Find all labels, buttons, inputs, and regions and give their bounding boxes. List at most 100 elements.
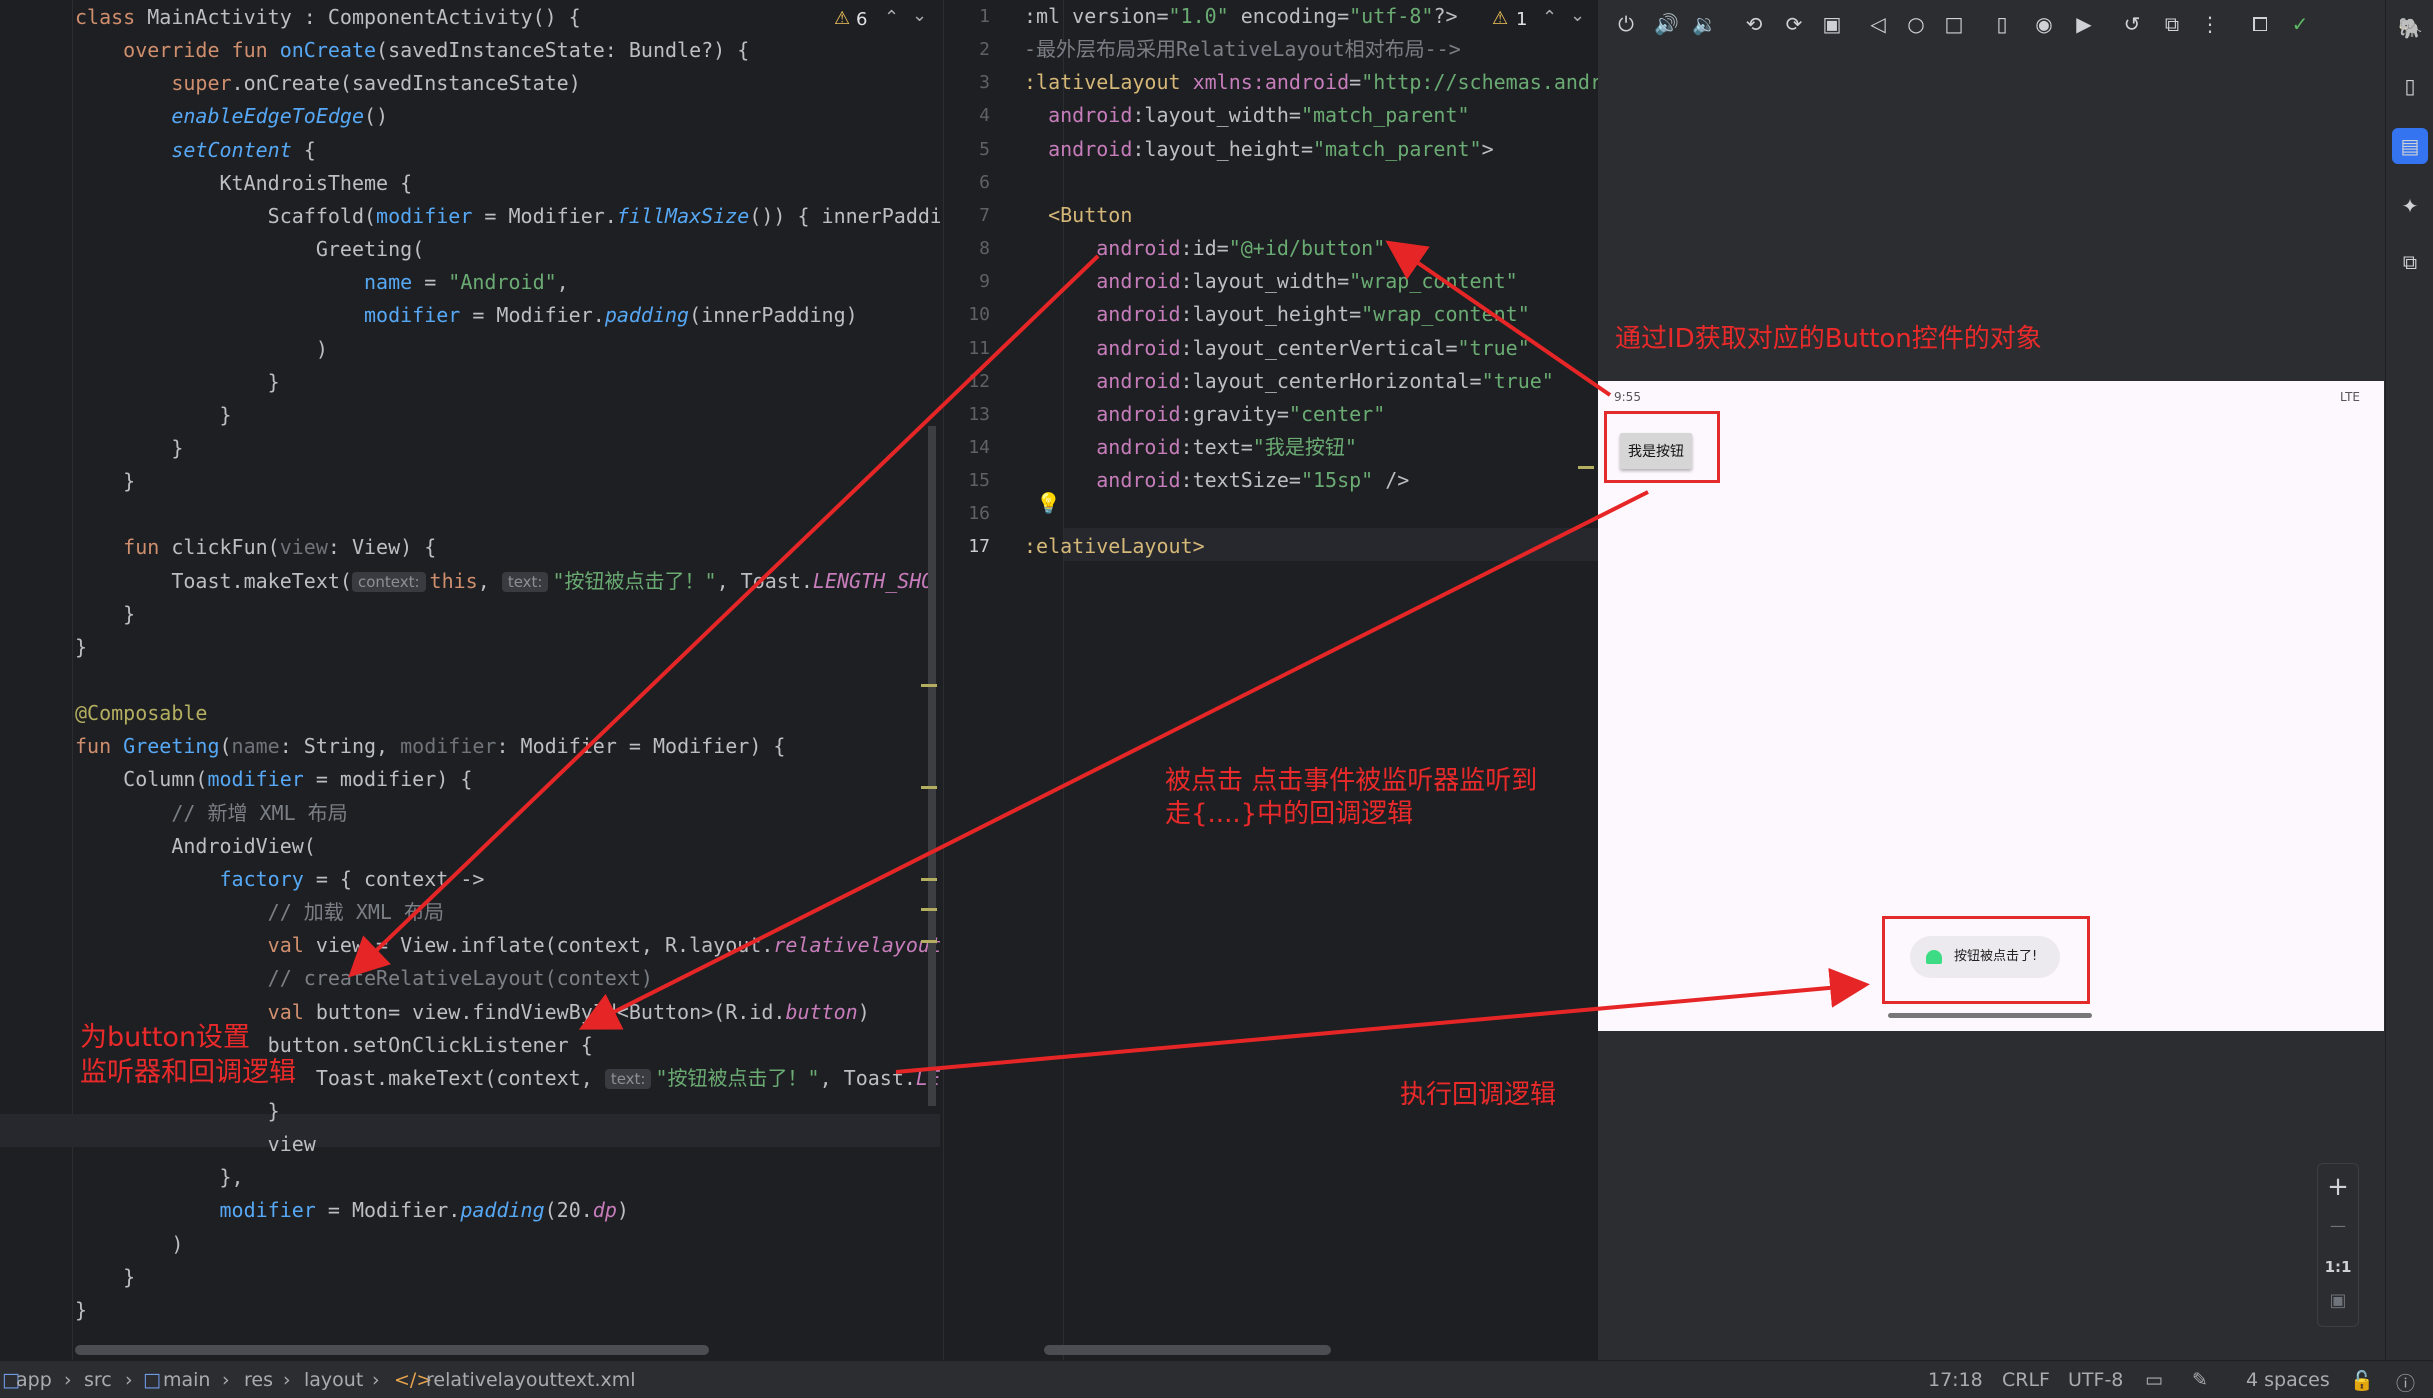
code-line[interactable]: <Button	[1024, 199, 1132, 232]
code-line[interactable]: }	[75, 1261, 135, 1294]
code-line[interactable]: -最外层布局采用RelativeLayout相对布局-->	[1024, 33, 1461, 66]
running-devices-icon[interactable]: ▤	[2392, 128, 2428, 164]
code-line[interactable]: android:id="@+id/button"	[1024, 232, 1385, 265]
chevron-down-icon[interactable]: ⌄	[1570, 5, 1585, 26]
code-line[interactable]: android:layout_centerVertical="true"	[1024, 332, 1530, 365]
rotate-left-icon[interactable]: ⟲	[1742, 12, 1766, 36]
code-line[interactable]: super.onCreate(savedInstanceState)	[75, 67, 580, 100]
code-line[interactable]: enableEdgeToEdge()	[75, 100, 388, 133]
code-line[interactable]: android:text="我是按钮"	[1024, 431, 1357, 464]
breadcrumb-src[interactable]: src	[84, 1369, 112, 1391]
code-line[interactable]: )	[75, 1228, 183, 1261]
warning-marker[interactable]	[1578, 466, 1594, 469]
breadcrumb-app[interactable]: app	[16, 1369, 52, 1391]
kotlin-editor[interactable]: class MainActivity : ComponentActivity()…	[0, 0, 940, 1360]
breadcrumb-main[interactable]: main	[163, 1369, 210, 1391]
code-style-icon[interactable]: ✎	[2192, 1369, 2208, 1391]
xml-editor[interactable]: 1 2 3 4 5 6 7 8 9 10 11 12 13 14 15 16 17 :ml version="1…	[943, 0, 1599, 1360]
xml-horizontal-scrollbar[interactable]	[1044, 1345, 1331, 1355]
warning-marker[interactable]	[921, 684, 937, 687]
code-line[interactable]: }	[75, 1095, 280, 1128]
overview-icon[interactable]: □	[1942, 12, 1966, 36]
cursor-position[interactable]: 17:18	[1928, 1369, 1983, 1391]
code-line[interactable]: KtAndroisTheme {	[75, 167, 412, 200]
record-icon[interactable]: ▶	[2072, 12, 2096, 36]
file-encoding[interactable]: UTF-8	[2068, 1369, 2123, 1391]
home-icon[interactable]: ○	[1904, 12, 1928, 36]
chevron-up-icon[interactable]: ⌃	[884, 7, 899, 28]
warning-marker[interactable]	[921, 908, 937, 911]
fit-screen-icon[interactable]: ▣	[2318, 1290, 2358, 1311]
code-line[interactable]: Scaffold(modifier = Modifier.fillMaxSize…	[75, 200, 940, 233]
check-icon[interactable]: ✓	[2288, 12, 2312, 36]
code-line[interactable]: }	[75, 366, 280, 399]
zoom-in-button[interactable]: +	[2318, 1172, 2358, 1202]
notifications-icon[interactable]: ⓘ	[2396, 1369, 2415, 1396]
device-icon[interactable]: ▯	[1990, 12, 2014, 36]
volume-down-icon[interactable]: 🔉	[1692, 12, 1717, 36]
chevron-down-icon[interactable]: ⌄	[912, 5, 927, 26]
code-line[interactable]: @Composable	[75, 697, 207, 730]
gesture-nav-bar[interactable]	[1888, 1013, 2092, 1018]
code-line[interactable]: }	[75, 1294, 87, 1327]
line-separator[interactable]: CRLF	[2002, 1369, 2050, 1391]
camera-icon[interactable]: ◉	[2032, 12, 2056, 36]
code-line[interactable]: android:layout_height="match_parent">	[1024, 133, 1494, 166]
kotlin-vertical-scrollbar[interactable]	[928, 426, 936, 1106]
lock-icon[interactable]: 🔓	[2350, 1369, 2374, 1392]
code-line[interactable]: view	[75, 1128, 316, 1161]
fold-icon[interactable]: ▣	[1820, 12, 1844, 36]
code-line[interactable]: setContent {	[75, 134, 316, 167]
mirror-icon[interactable]: ⧠	[2248, 12, 2272, 36]
code-line[interactable]: )	[75, 333, 328, 366]
warning-marker[interactable]	[921, 878, 937, 881]
code-line[interactable]: fun Greeting(name: String, modifier: Mod…	[75, 730, 785, 763]
code-line[interactable]: // createRelativeLayout(context)	[75, 962, 653, 995]
volume-up-icon[interactable]: 🔊	[1654, 12, 1679, 36]
code-line[interactable]: android:layout_centerHorizontal="true"	[1024, 365, 1554, 398]
code-line[interactable]: android:layout_height="wrap_content"	[1024, 298, 1530, 331]
more-icon[interactable]: ⋮	[2198, 12, 2222, 36]
breadcrumb-res[interactable]: res	[244, 1369, 273, 1391]
code-line[interactable]: :elativeLayout>	[1024, 530, 1205, 563]
readonly-icon[interactable]: ▭	[2145, 1369, 2163, 1391]
code-line[interactable]: class MainActivity : ComponentActivity()…	[75, 1, 581, 34]
breadcrumb-layout[interactable]: layout	[304, 1369, 363, 1391]
code-line[interactable]: // 加载 XML 布局	[75, 896, 444, 929]
warning-icon[interactable]: ⚠	[834, 8, 850, 29]
lightbulb-icon[interactable]: 💡	[1036, 491, 1061, 515]
chevron-up-icon[interactable]: ⌃	[1542, 7, 1557, 28]
code-line[interactable]: :lativeLayout xmlns:android="http://sche…	[1024, 66, 1599, 99]
gemini-icon[interactable]: ✦	[2398, 194, 2422, 218]
zoom-actual-button[interactable]: 1:1	[2318, 1258, 2358, 1276]
code-line[interactable]: AndroidView(	[75, 830, 316, 863]
code-line[interactable]: }	[75, 399, 231, 432]
code-line[interactable]: modifier = Modifier.padding(20.dp)	[75, 1194, 628, 1227]
breadcrumb-file[interactable]: relativelayouttext.xml	[426, 1369, 636, 1391]
device-screen[interactable]: 9:55 LTE 我是按钮 按钮被点击了!	[1598, 381, 2384, 1031]
gradle-icon[interactable]: 🐘	[2398, 16, 2423, 40]
code-line[interactable]: }	[75, 598, 135, 631]
code-line[interactable]: // 新增 XML 布局	[75, 797, 347, 830]
power-icon[interactable]: ⏻	[1614, 12, 1638, 36]
reset-icon[interactable]: ↺	[2120, 12, 2144, 36]
code-line[interactable]: }	[75, 465, 135, 498]
warning-marker[interactable]	[921, 940, 937, 943]
code-line[interactable]: name = "Android",	[75, 266, 569, 299]
code-line[interactable]: android:layout_width="wrap_content"	[1024, 265, 1517, 298]
code-line[interactable]: Greeting(	[75, 233, 424, 266]
display-icon[interactable]: ⧉	[2160, 12, 2184, 36]
code-line[interactable]: }	[75, 432, 183, 465]
indent-setting[interactable]: 4 spaces	[2246, 1369, 2330, 1391]
rotate-right-icon[interactable]: ⟳	[1782, 12, 1806, 36]
zoom-out-button[interactable]: —	[2318, 1216, 2358, 1235]
warning-marker[interactable]	[921, 786, 937, 789]
back-icon[interactable]: ◁	[1866, 12, 1890, 36]
code-line[interactable]: },	[75, 1161, 243, 1194]
device-explorer-icon[interactable]: ⧉	[2398, 250, 2422, 274]
code-line[interactable]: factory = { context ->	[75, 863, 484, 896]
code-line[interactable]: override fun onCreate(savedInstanceState…	[75, 34, 749, 67]
code-line[interactable]: :ml version="1.0" encoding="utf-8"?>	[1024, 0, 1458, 33]
code-line[interactable]: modifier = Modifier.padding(innerPadding…	[75, 299, 858, 332]
code-line[interactable]: android:layout_width="match_parent"	[1024, 99, 1469, 132]
